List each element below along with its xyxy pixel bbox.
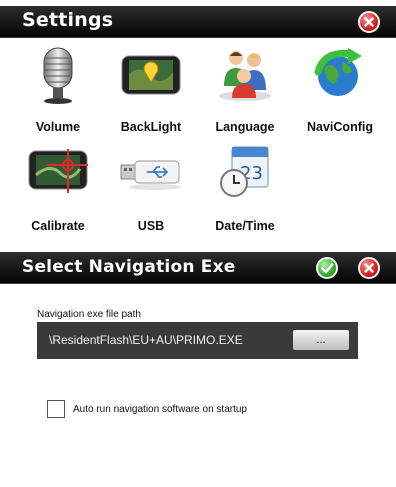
tile-calibrate[interactable]: Calibrate xyxy=(10,139,106,233)
checkmark-icon xyxy=(321,263,334,274)
settings-close-button[interactable] xyxy=(358,11,380,33)
settings-window: Settings Volume BackLight Language NaviC… xyxy=(0,0,396,246)
tile-usb-label: USB xyxy=(137,219,165,233)
navigation-window: Select Navigation Exe Navigation exe fil… xyxy=(0,252,396,487)
navigation-ok-button[interactable] xyxy=(316,257,338,279)
close-icon xyxy=(364,17,374,27)
backlight-screen-icon xyxy=(121,55,181,95)
usb-drive-icon xyxy=(120,160,181,190)
settings-titlebar: Settings xyxy=(0,6,396,38)
globe-arrow-icon xyxy=(314,48,362,96)
tile-naviconfig[interactable]: NaviConfig xyxy=(292,40,388,134)
close-icon xyxy=(364,263,374,273)
calendar-clock-icon: 23 xyxy=(220,146,269,197)
tile-naviconfig-label: NaviConfig xyxy=(307,120,373,134)
tile-volume-label: Volume xyxy=(35,120,81,134)
language-people-icon xyxy=(219,51,271,101)
navigation-title: Select Navigation Exe xyxy=(22,257,236,277)
tile-calibrate-label: Calibrate xyxy=(31,219,85,233)
tile-date-time-label: Date/Time xyxy=(215,219,275,233)
tile-backlight[interactable]: BackLight xyxy=(103,40,199,134)
tile-language-label: Language xyxy=(215,120,275,134)
tile-volume[interactable]: Volume xyxy=(10,40,106,134)
microphone-icon xyxy=(43,47,73,104)
navigation-close-button[interactable] xyxy=(358,257,380,279)
settings-title: Settings xyxy=(22,9,114,31)
calibrate-screen-icon xyxy=(28,149,88,193)
navigation-panel: Navigation exe file path \ResidentFlash\… xyxy=(0,284,396,487)
path-value: \ResidentFlash\EU+AU\PRIMO.EXE xyxy=(49,333,243,347)
navigation-titlebar: Select Navigation Exe xyxy=(0,252,396,284)
browse-button[interactable]: ... xyxy=(293,330,349,350)
tile-usb[interactable]: USB xyxy=(103,139,199,233)
tile-date-time[interactable]: 23 Date/Time xyxy=(197,139,293,233)
autorun-checkbox[interactable] xyxy=(47,400,65,418)
path-field[interactable]: \ResidentFlash\EU+AU\PRIMO.EXE ... xyxy=(37,322,358,359)
tile-language[interactable]: Language xyxy=(197,40,293,134)
autorun-label: Auto run navigation software on startup xyxy=(73,404,247,415)
tile-backlight-label: BackLight xyxy=(120,120,182,134)
path-label: Navigation exe file path xyxy=(37,309,141,320)
